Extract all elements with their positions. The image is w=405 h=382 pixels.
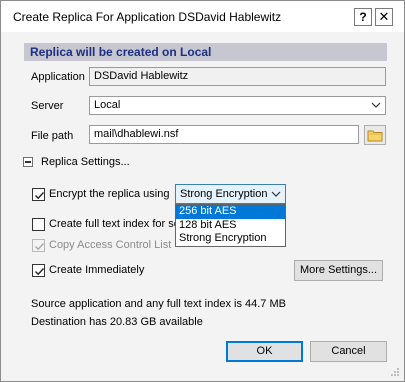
encrypt-label: Encrypt the replica using bbox=[49, 188, 170, 200]
create-replica-dialog: Create Replica For Application DSDavid H… bbox=[0, 0, 405, 382]
resize-grip-icon[interactable] bbox=[390, 367, 400, 377]
help-icon: ? bbox=[359, 10, 367, 24]
fulltext-label: Create full text index for sea bbox=[49, 218, 186, 230]
collapse-icon[interactable] bbox=[23, 157, 33, 167]
encryption-selected-value: Strong Encryption bbox=[180, 188, 268, 200]
encryption-dropdown-list: 256 bit AES 128 bit AES Strong Encryptio… bbox=[175, 204, 286, 247]
acl-label: Copy Access Control List bbox=[49, 239, 172, 251]
acl-checkbox bbox=[32, 239, 45, 252]
replica-location-banner: Replica will be created on Local bbox=[24, 43, 387, 61]
more-settings-button[interactable]: More Settings... bbox=[294, 260, 383, 281]
server-combobox[interactable]: Local bbox=[89, 96, 386, 115]
encryption-option[interactable]: 128 bit AES bbox=[176, 219, 285, 233]
close-button[interactable]: ✕ bbox=[375, 8, 393, 26]
server-value: Local bbox=[94, 99, 121, 111]
browse-folder-button[interactable] bbox=[364, 125, 386, 145]
replica-settings-label: Replica Settings... bbox=[41, 156, 130, 168]
checkmark-icon bbox=[35, 268, 45, 276]
filepath-input[interactable]: mail\dhablewi.nsf bbox=[89, 125, 359, 144]
source-size-text: Source application and any full text ind… bbox=[31, 298, 286, 310]
cancel-button[interactable]: Cancel bbox=[310, 341, 387, 362]
encryption-option[interactable]: 256 bit AES bbox=[176, 205, 285, 219]
destination-space-text: Destination has 20.83 GB available bbox=[31, 316, 203, 328]
fulltext-checkbox[interactable] bbox=[32, 218, 45, 231]
title-bar: Create Replica For Application DSDavid H… bbox=[1, 1, 404, 32]
close-icon: ✕ bbox=[378, 9, 390, 24]
encryption-option[interactable]: Strong Encryption bbox=[176, 232, 285, 246]
filepath-label: File path bbox=[31, 130, 74, 142]
checkmark-icon bbox=[35, 243, 45, 251]
application-label: Application bbox=[31, 71, 85, 83]
encryption-select[interactable]: Strong Encryption bbox=[175, 184, 286, 204]
encrypt-checkbox[interactable] bbox=[32, 188, 45, 201]
create-immediately-label: Create Immediately bbox=[49, 264, 145, 276]
chevron-down-icon bbox=[371, 102, 381, 108]
checkmark-icon bbox=[35, 192, 45, 200]
ok-button[interactable]: OK bbox=[226, 341, 303, 362]
create-immediately-checkbox[interactable] bbox=[32, 264, 45, 277]
chevron-down-icon bbox=[271, 191, 281, 197]
help-button[interactable]: ? bbox=[354, 8, 372, 26]
application-value: DSDavid Hablewitz bbox=[94, 70, 189, 82]
filepath-value: mail\dhablewi.nsf bbox=[94, 128, 179, 140]
dialog-title: Create Replica For Application DSDavid H… bbox=[13, 10, 282, 24]
server-label: Server bbox=[31, 100, 64, 112]
folder-icon bbox=[367, 130, 383, 142]
application-field: DSDavid Hablewitz bbox=[89, 67, 386, 86]
